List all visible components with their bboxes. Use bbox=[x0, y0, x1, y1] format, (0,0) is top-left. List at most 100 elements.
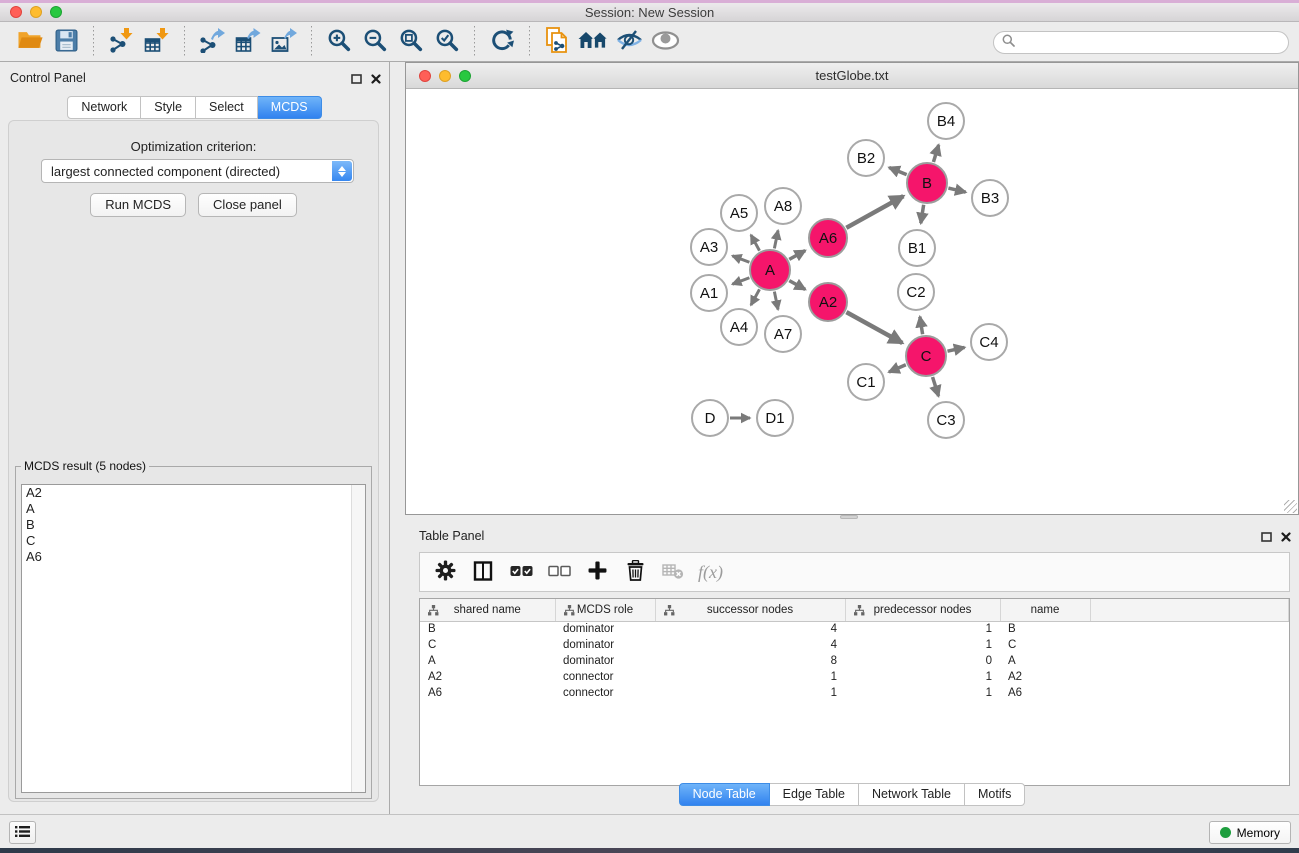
graph-node-C1[interactable]: C1 bbox=[847, 363, 885, 401]
window-resize-grip[interactable] bbox=[1284, 500, 1297, 513]
graph-node-B2[interactable]: B2 bbox=[847, 139, 885, 177]
table-settings-button[interactable] bbox=[430, 556, 460, 588]
mcds-result-item[interactable]: B bbox=[22, 517, 365, 533]
export-image-button[interactable] bbox=[266, 25, 302, 59]
select-all-button[interactable] bbox=[506, 556, 536, 588]
show-column-button[interactable] bbox=[468, 556, 498, 588]
graph-edge-B-B3[interactable] bbox=[948, 188, 965, 192]
graph-node-C[interactable]: C bbox=[905, 335, 947, 377]
zoom-in-button[interactable] bbox=[321, 25, 357, 59]
function-builder-button[interactable]: f(x) bbox=[698, 562, 723, 583]
graph-edge-C-C4[interactable] bbox=[947, 347, 964, 351]
deselect-all-button[interactable] bbox=[544, 556, 574, 588]
export-table-button[interactable] bbox=[230, 25, 266, 59]
graph-edge-B-B2[interactable] bbox=[889, 167, 907, 174]
graph-edge-B-B1[interactable] bbox=[921, 205, 924, 224]
table-row[interactable]: Bdominator41B bbox=[420, 621, 1289, 637]
graph-node-D[interactable]: D bbox=[691, 399, 729, 437]
table-row[interactable]: A6connector11A6 bbox=[420, 685, 1289, 701]
graph-edge-C-C1[interactable] bbox=[889, 365, 906, 372]
column-header-successor-nodes[interactable]: successor nodes bbox=[655, 599, 845, 621]
close-panel-button[interactable]: Close panel bbox=[198, 193, 297, 217]
network-window-titlebar[interactable]: testGlobe.txt bbox=[406, 63, 1298, 89]
open-file-button[interactable] bbox=[12, 25, 48, 59]
column-header-shared-name[interactable]: shared name bbox=[420, 599, 555, 621]
graph-node-A3[interactable]: A3 bbox=[690, 228, 728, 266]
panel-splitter-handle[interactable] bbox=[840, 515, 858, 519]
graph-edge-A-A5[interactable] bbox=[751, 235, 760, 251]
memory-button[interactable]: Memory bbox=[1209, 821, 1291, 844]
float-panel-icon[interactable] bbox=[351, 71, 362, 89]
tab-network-table[interactable]: Network Table bbox=[859, 783, 965, 806]
graph-node-A6[interactable]: A6 bbox=[808, 218, 848, 258]
float-panel-icon[interactable] bbox=[1261, 529, 1272, 547]
graph-edge-C-C2[interactable] bbox=[920, 317, 923, 335]
task-history-button[interactable] bbox=[9, 821, 36, 844]
run-mcds-button[interactable]: Run MCDS bbox=[90, 193, 186, 217]
criterion-select[interactable]: largest connected component (directed) bbox=[41, 159, 354, 183]
close-panel-icon[interactable] bbox=[371, 71, 381, 89]
tab-style[interactable]: Style bbox=[141, 96, 196, 119]
zoom-selected-button[interactable] bbox=[429, 25, 465, 59]
mcds-result-item[interactable]: C bbox=[22, 533, 365, 549]
export-network-button[interactable] bbox=[194, 25, 230, 59]
search-field[interactable] bbox=[993, 31, 1289, 54]
graph-edge-A-A6[interactable] bbox=[789, 251, 805, 260]
refresh-button[interactable] bbox=[484, 25, 520, 59]
tab-edge-table[interactable]: Edge Table bbox=[770, 783, 859, 806]
graph-edge-A-A7[interactable] bbox=[774, 292, 778, 310]
graph-node-A8[interactable]: A8 bbox=[764, 187, 802, 225]
add-column-button[interactable] bbox=[582, 556, 612, 588]
graph-edge-A6-B[interactable] bbox=[846, 196, 903, 228]
search-input[interactable] bbox=[1020, 36, 1280, 50]
mcds-result-item[interactable]: A2 bbox=[22, 485, 365, 501]
graph-node-D1[interactable]: D1 bbox=[756, 399, 794, 437]
column-header-name[interactable]: name bbox=[1000, 599, 1090, 621]
delete-column-button[interactable] bbox=[620, 556, 650, 588]
graph-edge-A2-C[interactable] bbox=[846, 312, 902, 343]
zoom-fit-button[interactable] bbox=[393, 25, 429, 59]
graph-node-A5[interactable]: A5 bbox=[720, 194, 758, 232]
graph-node-A7[interactable]: A7 bbox=[764, 315, 802, 353]
graph-node-A2[interactable]: A2 bbox=[808, 282, 848, 322]
graph-edge-A-A8[interactable] bbox=[774, 230, 778, 248]
tab-motifs[interactable]: Motifs bbox=[965, 783, 1025, 806]
graph-node-B3[interactable]: B3 bbox=[971, 179, 1009, 217]
graph-edge-A-A3[interactable] bbox=[732, 256, 749, 262]
tab-select[interactable]: Select bbox=[196, 96, 258, 119]
tab-network[interactable]: Network bbox=[67, 96, 141, 119]
close-panel-icon[interactable] bbox=[1281, 529, 1291, 547]
hide-graphics-button[interactable] bbox=[611, 25, 647, 59]
graph-edge-B-B4[interactable] bbox=[933, 145, 938, 162]
graph-edge-C-C3[interactable] bbox=[933, 377, 939, 396]
import-network-button[interactable] bbox=[103, 25, 139, 59]
import-table-button[interactable] bbox=[139, 25, 175, 59]
show-graphics-button[interactable] bbox=[647, 25, 683, 59]
table-row[interactable]: Adominator80A bbox=[420, 653, 1289, 669]
zoom-out-button[interactable] bbox=[357, 25, 393, 59]
save-session-button[interactable] bbox=[48, 25, 84, 59]
table-row[interactable]: A2connector11A2 bbox=[420, 669, 1289, 685]
tab-mcds[interactable]: MCDS bbox=[258, 96, 322, 119]
graph-edge-A-A1[interactable] bbox=[732, 278, 749, 284]
graph-node-B1[interactable]: B1 bbox=[898, 229, 936, 267]
graph-edge-A-A4[interactable] bbox=[751, 289, 760, 305]
tab-node-table[interactable]: Node Table bbox=[679, 783, 770, 806]
graph-node-C3[interactable]: C3 bbox=[927, 401, 965, 439]
graph-node-B4[interactable]: B4 bbox=[927, 102, 965, 140]
graph-node-C2[interactable]: C2 bbox=[897, 273, 935, 311]
column-header-mcds-role[interactable]: MCDS role bbox=[555, 599, 655, 621]
mcds-result-item[interactable]: A6 bbox=[22, 549, 365, 565]
graph-edge-A-A2[interactable] bbox=[789, 281, 805, 290]
column-header-predecessor-nodes[interactable]: predecessor nodes bbox=[845, 599, 1000, 621]
home-view-button[interactable] bbox=[575, 25, 611, 59]
graph-node-C4[interactable]: C4 bbox=[970, 323, 1008, 361]
graph-node-A4[interactable]: A4 bbox=[720, 308, 758, 346]
mcds-list-scrollbar[interactable] bbox=[351, 485, 365, 792]
delete-table-button[interactable] bbox=[658, 556, 688, 588]
clone-network-button[interactable] bbox=[539, 25, 575, 59]
network-canvas[interactable]: B4B2BB3B1A5A8A6A3AA1A4A7A2C2CC4C1C3DD1 bbox=[406, 89, 1298, 514]
table-row[interactable]: Cdominator41C bbox=[420, 637, 1289, 653]
graph-node-A1[interactable]: A1 bbox=[690, 274, 728, 312]
mcds-result-item[interactable]: A bbox=[22, 501, 365, 517]
